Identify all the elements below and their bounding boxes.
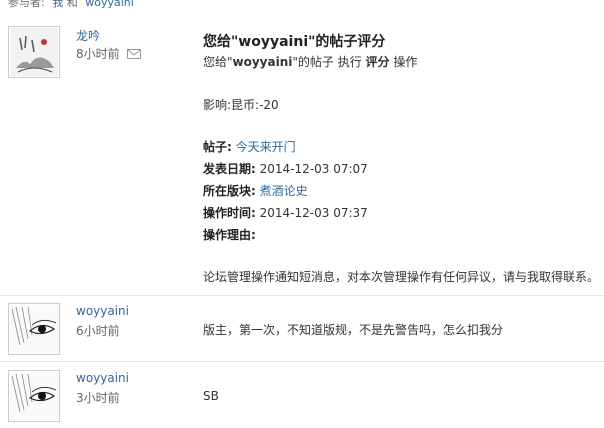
message-body: SB bbox=[203, 389, 219, 403]
impact-label: 影响: bbox=[203, 98, 232, 112]
divider bbox=[0, 361, 604, 362]
eye-sketch-avatar-icon bbox=[10, 372, 58, 420]
date-label: 发表日期: bbox=[203, 162, 256, 176]
thread-row: 帖子: 今天来开门 bbox=[203, 138, 296, 155]
author-name-link[interactable]: woyyaini bbox=[76, 304, 129, 318]
author-name-link[interactable]: woyyaini bbox=[76, 371, 129, 385]
message-subtitle: 您给"woyyaini"的帖子 执行 评分 操作 bbox=[203, 53, 417, 70]
optime-value: 2014-12-03 07:37 bbox=[259, 206, 368, 220]
impact-value: 昆币:-20 bbox=[231, 98, 279, 112]
message-title: 您给"woyyaini"的帖子评分 bbox=[203, 31, 385, 51]
divider bbox=[0, 295, 604, 296]
reason-row: 操作理由: bbox=[203, 226, 256, 243]
sub-prefix: 您给" bbox=[203, 55, 233, 69]
optime-label: 操作时间: bbox=[203, 206, 256, 220]
post-time: 3小时前 bbox=[76, 391, 120, 405]
optime-row: 操作时间: 2014-12-03 07:37 bbox=[203, 204, 368, 221]
participant-user-link[interactable]: woyyaini bbox=[85, 0, 134, 9]
eye-sketch-avatar-icon bbox=[10, 305, 58, 353]
sub-mid: "的帖子 执行 bbox=[292, 55, 366, 69]
forum-link[interactable]: 煮酒论史 bbox=[260, 184, 308, 198]
date-value: 2014-12-03 07:07 bbox=[259, 162, 368, 176]
impact-row: 影响:昆币:-20 bbox=[203, 96, 279, 113]
avatar[interactable] bbox=[8, 26, 60, 78]
envelope-icon[interactable] bbox=[127, 48, 142, 62]
thread-link[interactable]: 今天来开门 bbox=[236, 140, 296, 154]
avatar[interactable] bbox=[8, 303, 60, 355]
thread-label: 帖子: bbox=[203, 140, 232, 154]
avatar[interactable] bbox=[8, 370, 60, 422]
notice-text: 论坛管理操作通知短消息，对本次管理操作有任何异议，请与我取得联系。 bbox=[203, 270, 600, 284]
forum-row: 所在版块: 煮酒论史 bbox=[203, 182, 308, 199]
title-user: woyyaini bbox=[238, 34, 309, 50]
author-name-link[interactable]: 龙吟 bbox=[76, 27, 100, 44]
date-row: 发表日期: 2014-12-03 07:07 bbox=[203, 160, 368, 177]
title-prefix: 您给" bbox=[203, 34, 239, 50]
sub-user: woyyaini bbox=[232, 55, 293, 69]
post-time: 8小时前 bbox=[76, 45, 142, 62]
participant-me-link[interactable]: 我 bbox=[52, 0, 63, 9]
sub-end: 操作 bbox=[389, 55, 418, 69]
participants-conj: 和 bbox=[66, 0, 78, 9]
participants-bar: 参与者: 我 和 woyyaini bbox=[8, 0, 134, 10]
participants-label: 参与者: bbox=[8, 0, 45, 9]
reason-label: 操作理由: bbox=[203, 228, 256, 242]
message-body: 版主，第一次，不知道版规，不是先警告吗，怎么扣我分 bbox=[203, 323, 504, 337]
sub-action: 评分 bbox=[365, 55, 390, 69]
ink-landscape-avatar-icon bbox=[10, 28, 58, 76]
post-time-text: 8小时前 bbox=[76, 47, 120, 61]
forum-label: 所在版块: bbox=[203, 184, 256, 198]
post-time: 6小时前 bbox=[76, 324, 120, 338]
title-suffix: "的帖子评分 bbox=[308, 34, 386, 50]
